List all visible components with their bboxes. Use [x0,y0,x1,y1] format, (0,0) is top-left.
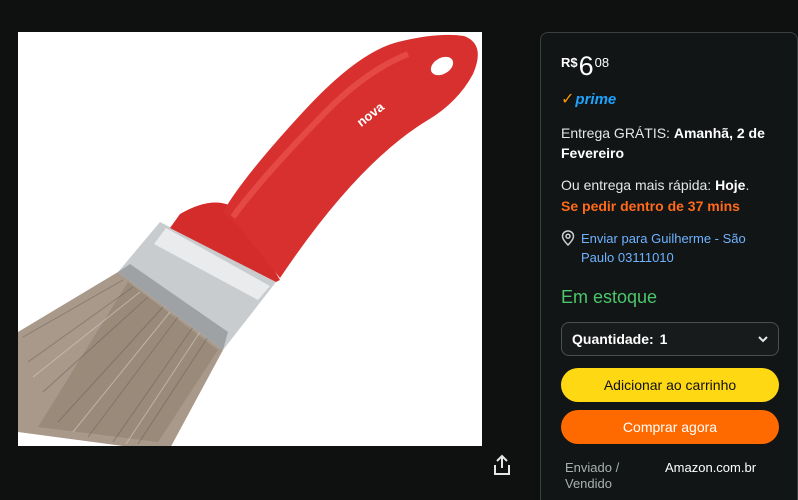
delivery-cutoff: Se pedir dentro de 37 mins [561,198,740,214]
delivery-info: Entrega GRÁTIS: Amanhã, 2 de Fevereiro [561,123,777,163]
product-image[interactable]: nova [18,32,482,446]
paintbrush-image: nova [18,34,478,446]
fast-delivery-info: Ou entrega mais rápida: Hoje. Se pedir d… [561,175,777,217]
location-pin-icon [561,230,581,267]
price-fraction: 08 [594,55,610,70]
seller-value: Amazon.com.br [665,460,757,475]
buy-box: R$ 6 08 ✓ prime Entrega GRÁTIS: Amanhã, … [540,32,798,500]
seller-label: Enviado / Vendido [565,460,620,491]
fast-delivery-when: Hoje [715,177,746,193]
quantity-select[interactable]: Quantidade: 1 [561,322,779,356]
buy-now-button[interactable]: Comprar agora [561,410,779,444]
seller-info: Enviado / Vendido Amazon.com.br [561,460,777,492]
brush-handle [170,34,478,282]
prime-label: prime [575,90,617,108]
address-link[interactable]: Enviar para Guilherme - São Paulo 031110… [581,229,751,267]
price: R$ 6 08 [561,51,777,85]
delivery-prefix: Entrega GRÁTIS: [561,125,674,141]
fast-delivery-prefix: Ou entrega mais rápida: [561,177,716,193]
share-icon [494,454,510,475]
share-button[interactable] [488,450,516,480]
quantity-label: Quantidade: [572,331,654,347]
prime-check-icon: ✓ [561,91,575,108]
fast-delivery-suffix: . [745,177,750,193]
stock-status: Em estoque [561,287,658,307]
quantity-value: 1 [659,331,668,347]
add-to-cart-button[interactable]: Adicionar ao carrinho [561,368,779,402]
price-currency: R$ [561,55,578,70]
price-whole: 6 [578,51,594,81]
prime-badge: ✓ prime [561,89,777,109]
delivery-address[interactable]: Enviar para Guilherme - São Paulo 031110… [561,229,777,267]
chevron-down-icon [758,336,768,343]
